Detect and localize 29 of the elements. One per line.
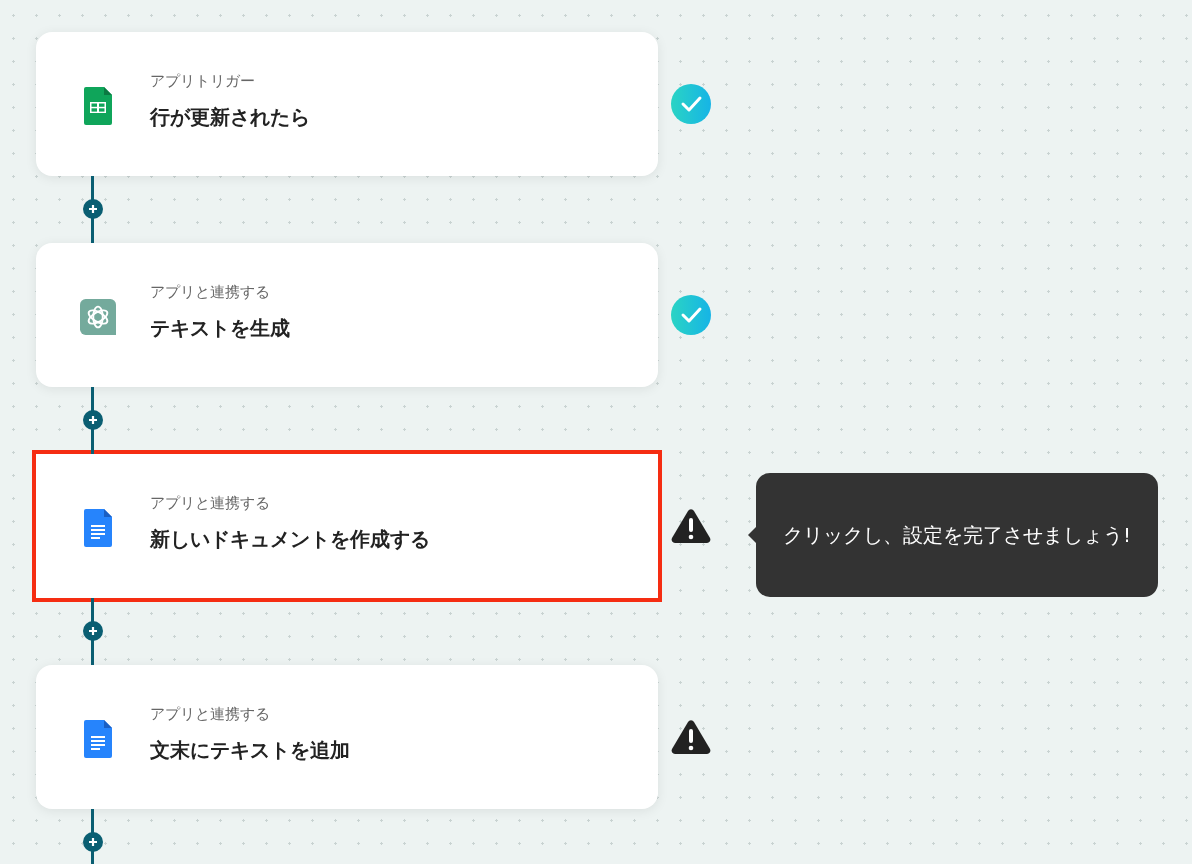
- plus-icon: [88, 415, 98, 425]
- tooltip: クリックし、設定を完了させましょう!: [756, 473, 1158, 597]
- check-icon: [671, 295, 711, 335]
- plus-icon: [88, 204, 98, 214]
- document-icon: [84, 509, 112, 547]
- knot-logo-icon: [80, 298, 116, 336]
- add-step-button[interactable]: [83, 199, 103, 219]
- add-step-button[interactable]: [83, 410, 103, 430]
- add-step-button[interactable]: [83, 832, 103, 852]
- check-icon: [671, 84, 711, 124]
- warning-icon: [671, 508, 711, 544]
- plus-icon: [88, 837, 98, 847]
- step-caption: アプリトリガー: [150, 71, 256, 91]
- plus-icon: [88, 626, 98, 636]
- step-title: 新しいドキュメントを作成する: [150, 525, 430, 553]
- step-card[interactable]: アプリトリガー 行が更新されたら: [36, 32, 658, 176]
- spreadsheet-icon: [84, 87, 112, 125]
- tooltip-pointer: [748, 527, 756, 543]
- step-card[interactable]: アプリと連携する テキストを生成: [36, 243, 658, 387]
- add-step-button[interactable]: [83, 621, 103, 641]
- step-card[interactable]: アプリと連携する 文末にテキストを追加: [36, 665, 658, 809]
- document-icon: [84, 720, 112, 758]
- step-title: テキストを生成: [150, 314, 290, 342]
- step-caption: アプリと連携する: [150, 282, 271, 302]
- step-caption: アプリと連携する: [150, 493, 271, 513]
- step-title: 文末にテキストを追加: [150, 736, 350, 764]
- warning-icon: [671, 719, 711, 755]
- step-title: 行が更新されたら: [150, 103, 310, 131]
- step-caption: アプリと連携する: [150, 704, 271, 724]
